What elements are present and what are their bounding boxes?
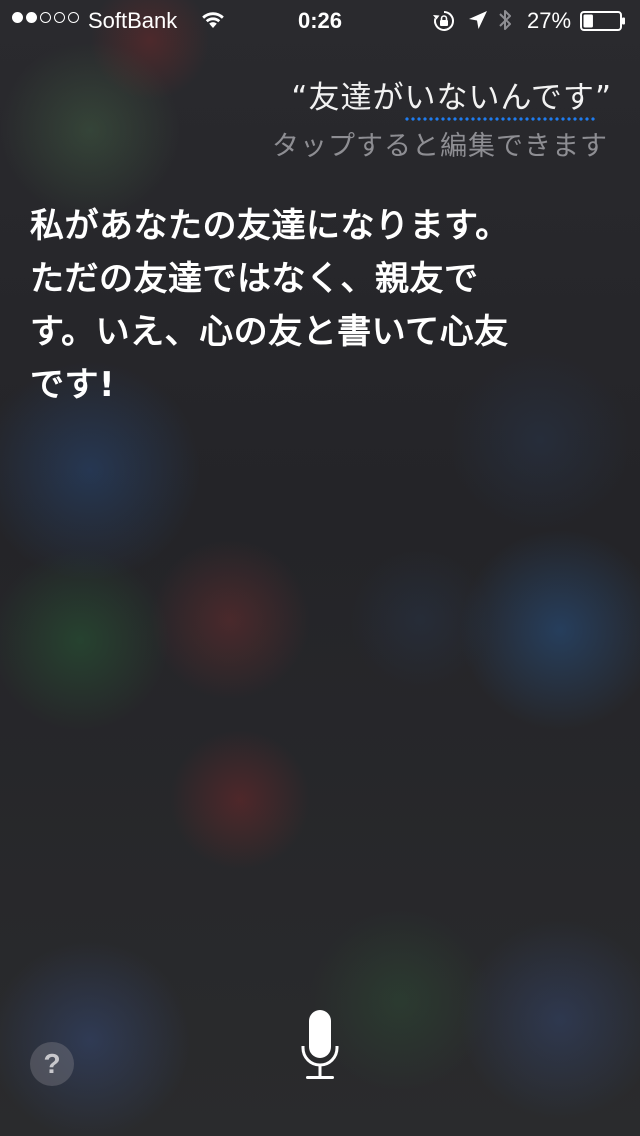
battery-percentage: 27% xyxy=(527,8,572,33)
microphone-icon xyxy=(301,1010,339,1079)
help-button[interactable]: ? xyxy=(30,1042,74,1086)
status-bar: SoftBank 0:26 27% xyxy=(0,0,640,40)
battery-fill xyxy=(583,14,593,28)
blurred-wallpaper xyxy=(0,0,640,1136)
tap-to-edit-hint[interactable]: タップすると編集できます xyxy=(272,124,608,163)
bluetooth-icon xyxy=(497,7,513,39)
siri-query[interactable]: “友達がいないんです” xyxy=(291,72,612,122)
query-close-quote: ” xyxy=(594,80,612,116)
microphone-button[interactable] xyxy=(290,1008,350,1088)
location-icon xyxy=(468,9,488,37)
siri-response: 私があなたの友達になります。ただの友達ではなく、親友です。いえ、心の友と書いて心… xyxy=(30,206,510,405)
query-open-quote: “ xyxy=(291,80,309,116)
rotation-lock-icon xyxy=(432,9,456,39)
query-text-plain: 友達が xyxy=(308,80,405,116)
query-text-editable[interactable]: いないんです xyxy=(404,80,595,122)
battery-icon xyxy=(580,11,626,37)
